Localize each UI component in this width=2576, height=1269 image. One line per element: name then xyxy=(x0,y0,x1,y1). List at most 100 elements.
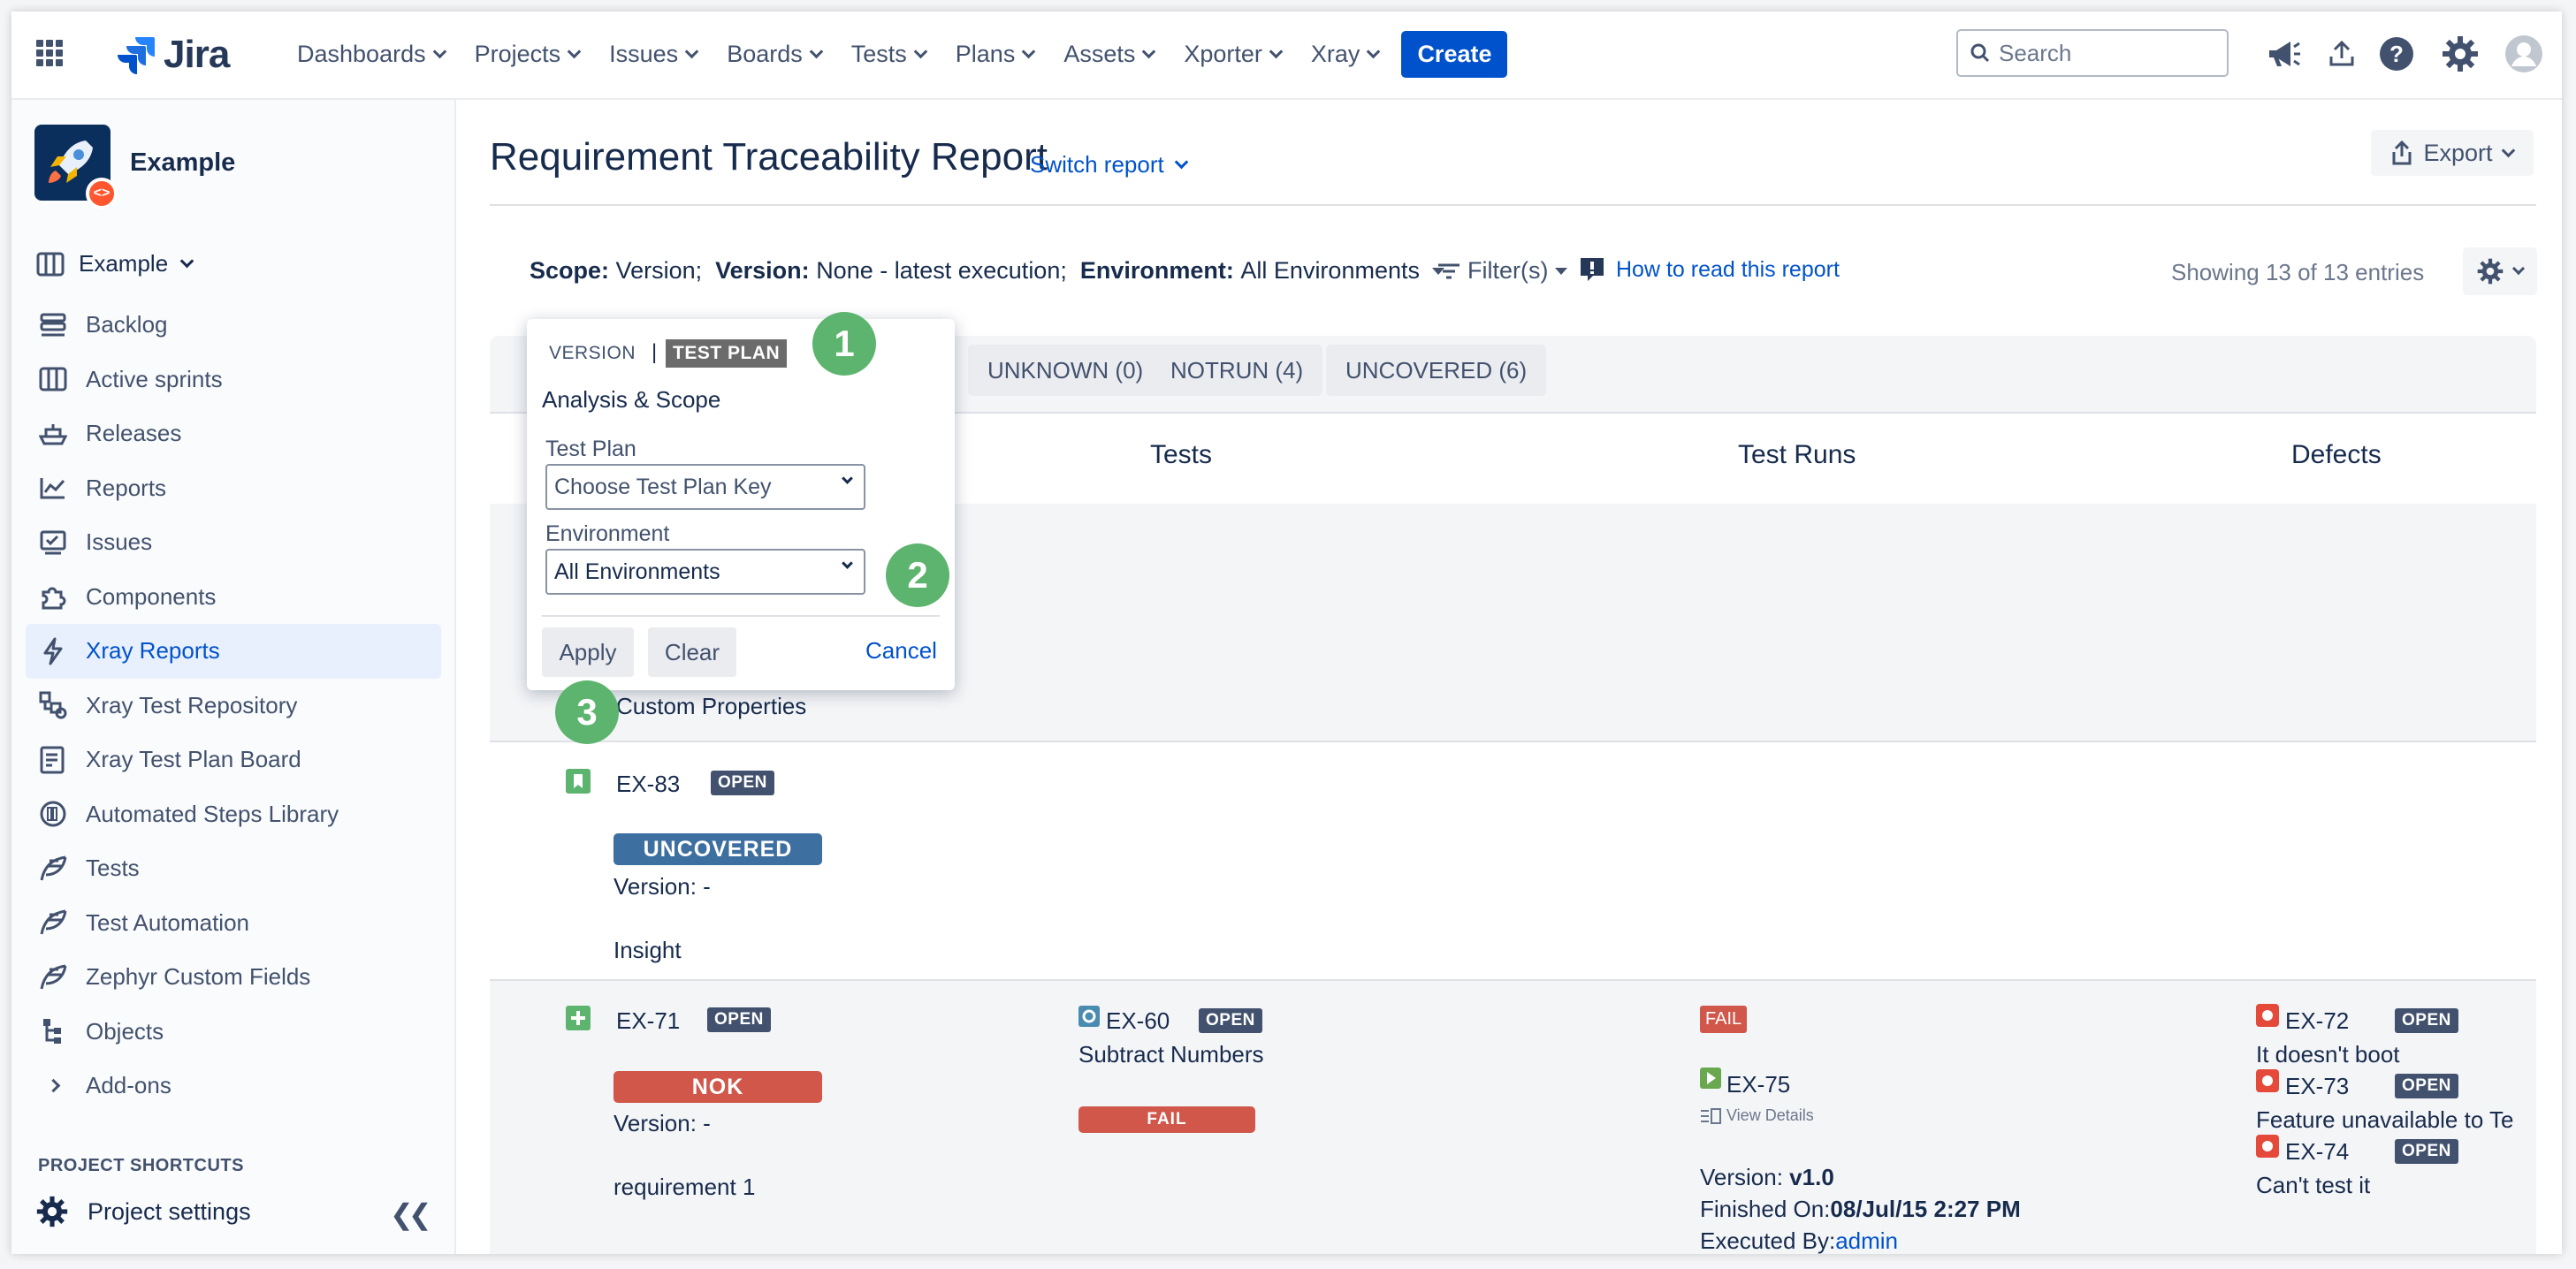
nav-label: Boards xyxy=(727,40,803,67)
tab-uncovered[interactable]: UNCOVERED (6) xyxy=(1326,345,1547,396)
sidebar-item-active-sprints[interactable]: Active sprints xyxy=(26,353,441,407)
run-version-value: v1.0 xyxy=(1789,1164,1834,1190)
issue-key-link[interactable]: EX-71 xyxy=(616,1007,680,1035)
sidebar-item-components[interactable]: Components xyxy=(26,570,441,625)
sidebar-item-tests[interactable]: Tests xyxy=(26,841,441,896)
nav-dashboards[interactable]: Dashboards xyxy=(297,41,446,68)
tab-notrun[interactable]: NOTRUN (4) xyxy=(1151,345,1323,396)
environment-select-value: All Environments xyxy=(554,559,720,584)
search-input[interactable]: Search xyxy=(1956,29,2229,77)
sidebar-item-label: Components xyxy=(86,582,217,610)
column-header-tests[interactable]: Tests xyxy=(1150,440,1212,470)
caret-down-icon xyxy=(1555,267,1568,275)
column-header-test-runs[interactable]: Test Runs xyxy=(1738,440,1856,470)
sidebar-item-test-automation[interactable]: Test Automation xyxy=(26,896,441,951)
export-button[interactable]: Export xyxy=(2371,130,2534,176)
sidebar-item-releases[interactable]: Releases xyxy=(26,407,441,461)
chevron-down-icon xyxy=(913,44,928,58)
sidebar-item-issues[interactable]: Issues xyxy=(26,515,441,570)
sidebar-item-zephyr-custom-fields[interactable]: Zephyr Custom Fields xyxy=(26,950,441,1005)
defect-key-link[interactable]: EX-73 xyxy=(2285,1073,2349,1100)
callout-3: 3 xyxy=(555,680,619,744)
sidebar-items: Backlog Active sprints Releases Reports … xyxy=(26,298,441,1113)
user-avatar-icon[interactable] xyxy=(2504,34,2543,73)
settings-gear-icon xyxy=(36,1196,68,1227)
test-plan-select[interactable]: Choose Test Plan Key xyxy=(545,464,865,510)
sidebar-item-add-ons[interactable]: Add-ons xyxy=(26,1059,441,1113)
app-switcher-icon[interactable] xyxy=(36,40,63,66)
version-label: Version: xyxy=(715,257,810,284)
improvement-icon xyxy=(566,1006,591,1030)
view-details-link[interactable]: View Details xyxy=(1700,1106,1814,1125)
board-icon xyxy=(38,364,68,394)
collapse-sidebar-icon[interactable]: ❮❮ xyxy=(390,1197,432,1231)
run-finished: Finished On:08/Jul/15 2:27 PM xyxy=(1700,1196,2021,1223)
column-header-defects[interactable]: Defects xyxy=(2291,440,2382,470)
sidebar-item-backlog[interactable]: Backlog xyxy=(26,298,441,353)
nav-label: Xporter xyxy=(1184,40,1262,67)
project-settings-link[interactable]: Project settings xyxy=(36,1196,251,1227)
run-finished-label: Finished On: xyxy=(1700,1196,1831,1222)
nav-plans[interactable]: Plans xyxy=(956,41,1036,68)
environment-select[interactable]: All Environments xyxy=(545,549,865,595)
defect-summary: Can't test it xyxy=(2256,1172,2371,1198)
nav-boards[interactable]: Boards xyxy=(727,40,824,68)
notifications-megaphone-icon[interactable] xyxy=(2264,34,2303,73)
create-button[interactable]: Create xyxy=(1401,30,1508,78)
divider xyxy=(490,204,2536,206)
nav-issues[interactable]: Issues xyxy=(609,40,699,68)
callout-2: 2 xyxy=(886,543,949,607)
how-to-read-link[interactable]: How to read this report xyxy=(1579,256,1840,283)
execution-key-link[interactable]: EX-75 xyxy=(1726,1071,1790,1098)
chevron-down-icon xyxy=(432,44,446,58)
search-placeholder: Search xyxy=(1999,39,2072,66)
test-key-link[interactable]: EX-60 xyxy=(1106,1007,1170,1035)
sidebar-item-reports[interactable]: Reports xyxy=(26,461,441,516)
test-status-bar: FAIL xyxy=(1078,1106,1255,1133)
issue-key-link[interactable]: EX-83 xyxy=(616,771,680,798)
sidebar-item-automated-steps-library[interactable]: Automated Steps Library xyxy=(26,787,441,842)
apply-button[interactable]: Apply xyxy=(542,627,634,677)
defect-summary: It doesn't boot xyxy=(2256,1041,2400,1068)
jira-logo[interactable]: Jira xyxy=(118,33,230,77)
project-header[interactable]: <> Example xyxy=(34,125,235,209)
nav-label: Assets xyxy=(1063,40,1136,67)
sidebar-item-xray-reports[interactable]: Xray Reports xyxy=(26,624,441,679)
executed-by-user-link[interactable]: admin xyxy=(1835,1227,1898,1254)
tab-version[interactable]: VERSION xyxy=(549,343,636,364)
switch-report-link[interactable]: Switch report xyxy=(1030,151,1189,179)
tab-unknown[interactable]: UNKNOWN (0) xyxy=(968,345,1163,396)
tab-separator: | xyxy=(652,340,658,364)
nav-xray[interactable]: Xray xyxy=(1311,41,1381,68)
status-lozenge: OPEN xyxy=(2395,1074,2458,1098)
settings-gear-icon xyxy=(2477,258,2504,285)
chevron-down-icon xyxy=(1174,155,1189,170)
nav-label: Issues xyxy=(609,40,679,67)
settings-gear-icon[interactable] xyxy=(2441,34,2480,73)
column-settings-button[interactable] xyxy=(2463,247,2537,295)
board-selector[interactable]: Example xyxy=(36,250,194,277)
popup-section-title: Analysis & Scope xyxy=(542,386,721,413)
puzzle-icon xyxy=(38,581,68,612)
clear-button[interactable]: Clear xyxy=(648,627,736,677)
info-book-icon xyxy=(1581,258,1604,281)
help-icon[interactable]: ? xyxy=(2377,34,2416,73)
nav-assets[interactable]: Assets xyxy=(1063,40,1156,68)
defect-key-link[interactable]: EX-74 xyxy=(2285,1138,2349,1166)
sidebar-item-xray-test-repository[interactable]: Xray Test Repository xyxy=(26,679,441,733)
sidebar-item-objects[interactable]: Objects xyxy=(26,1005,441,1060)
filters-button[interactable]: Filter(s) xyxy=(1437,257,1568,285)
tab-test-plan[interactable]: TEST PLAN xyxy=(666,339,788,368)
sidebar-item-label: Automated Steps Library xyxy=(86,800,339,827)
environment-value[interactable]: All Environments xyxy=(1240,257,1420,285)
nav-tests[interactable]: Tests xyxy=(851,41,928,68)
upload-icon[interactable] xyxy=(2322,34,2361,73)
cancel-link[interactable]: Cancel xyxy=(865,637,937,665)
defect-key-link[interactable]: EX-72 xyxy=(2285,1007,2349,1035)
entries-count: Showing 13 of 13 entries xyxy=(2171,259,2425,285)
nav-projects[interactable]: Projects xyxy=(475,41,582,68)
sidebar-item-xray-test-plan-board[interactable]: Xray Test Plan Board xyxy=(26,733,441,787)
board-selector-label: Example xyxy=(79,250,169,277)
table-row: EX-71 OPEN NOK Version: - requirement 1 … xyxy=(490,979,2536,1254)
nav-xporter[interactable]: Xporter xyxy=(1184,40,1284,68)
